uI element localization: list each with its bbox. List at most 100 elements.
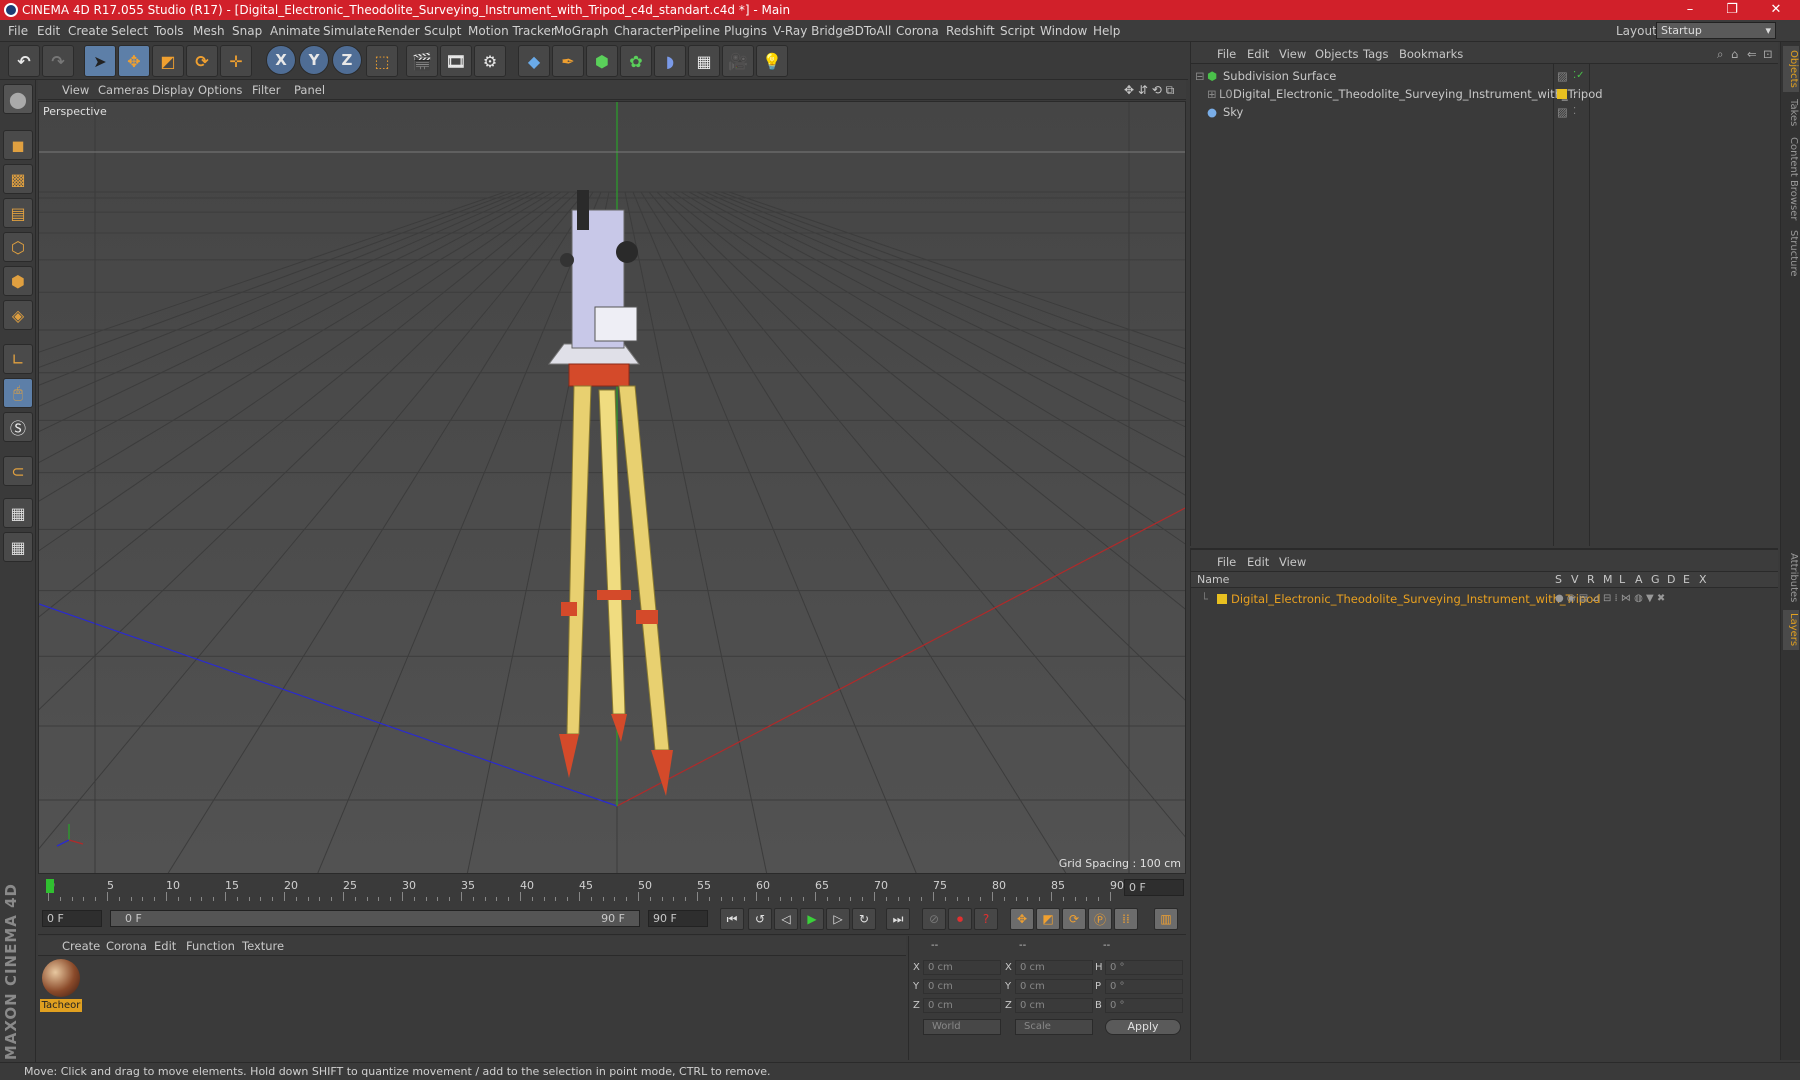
home-icon[interactable]: ⌂ bbox=[1731, 47, 1738, 61]
rotation-p-field[interactable]: 0 ° bbox=[1105, 979, 1183, 994]
add-floor-button[interactable]: ▦ bbox=[688, 45, 720, 77]
layer-col-m[interactable]: M bbox=[1603, 572, 1613, 588]
visibility-dots-icon[interactable]: ⁚ bbox=[1573, 103, 1576, 121]
go-to-end-button[interactable]: ⏭ bbox=[886, 908, 910, 930]
layer-toggle-icon[interactable]: ▨ bbox=[1557, 103, 1568, 121]
back-icon[interactable]: ⇐ bbox=[1747, 47, 1757, 61]
magnet-button[interactable]: ⊂ bbox=[3, 456, 33, 486]
polygons-mode-button[interactable]: ◈ bbox=[3, 300, 33, 330]
keyframe-selection-button[interactable]: ? bbox=[974, 908, 998, 930]
material-menu-create[interactable]: Create bbox=[62, 939, 100, 953]
locked-workplane-button[interactable]: ▦ bbox=[3, 498, 33, 528]
go-to-next-key-button[interactable]: ↻ bbox=[852, 908, 876, 930]
position-z-field[interactable]: 0 cm bbox=[923, 998, 1001, 1013]
layer-col-g[interactable]: G bbox=[1651, 572, 1660, 588]
playhead-marker[interactable] bbox=[46, 879, 54, 893]
layer-color-swatch[interactable] bbox=[1557, 89, 1567, 99]
menu-snap[interactable]: Snap bbox=[232, 24, 262, 38]
object-row-subdivision-surface[interactable]: ⊟ ⬢ Subdivision Surface ▨ ⁚✓ bbox=[1191, 67, 1779, 85]
add-subdivision-button[interactable]: ⬢ bbox=[586, 45, 618, 77]
render-view-button[interactable]: 🎬 bbox=[406, 45, 438, 77]
position-y-field[interactable]: 0 cm bbox=[923, 979, 1001, 994]
layer-col-r[interactable]: R bbox=[1587, 572, 1595, 588]
add-deformer-button[interactable]: ◗ bbox=[654, 45, 686, 77]
layer-col-a[interactable]: A bbox=[1635, 572, 1643, 588]
go-to-start-button[interactable]: ⏮ bbox=[720, 908, 744, 930]
collapse-icon[interactable]: ⊟ bbox=[1195, 67, 1205, 85]
tab-attributes[interactable]: Attributes bbox=[1783, 550, 1799, 606]
layer-toggle-icon[interactable]: ▨ bbox=[1557, 67, 1568, 85]
layer-col-l[interactable]: L bbox=[1619, 572, 1625, 588]
menu-corona[interactable]: Corona bbox=[896, 24, 939, 38]
points-mode-button[interactable]: ⬡ bbox=[3, 232, 33, 262]
object-row-theodolite[interactable]: ⊞ L0 Digital_Electronic_Theodolite_Surve… bbox=[1191, 85, 1779, 103]
rotate-tool-button[interactable]: ⟳ bbox=[186, 45, 218, 77]
rotation-h-field[interactable]: 0 ° bbox=[1105, 960, 1183, 975]
menu-pipeline[interactable]: Pipeline bbox=[673, 24, 720, 38]
move-tool-button[interactable]: ✥ bbox=[118, 45, 150, 77]
menu-3dtoall[interactable]: 3DToAll bbox=[847, 24, 891, 38]
autokey-button[interactable]: ⏺ bbox=[948, 908, 972, 930]
tab-content-browser[interactable]: Content Browser bbox=[1783, 134, 1799, 224]
recent-tool-button[interactable]: ✛ bbox=[220, 45, 252, 77]
key-pla-button[interactable]: ⁞⁞ bbox=[1114, 908, 1138, 930]
viewport-menu-options[interactable]: Options bbox=[198, 83, 242, 97]
size-z-field[interactable]: 0 cm bbox=[1015, 998, 1093, 1013]
size-x-field[interactable]: 0 cm bbox=[1015, 960, 1093, 975]
frame-range-slider[interactable]: 0 F 90 F bbox=[110, 910, 640, 927]
menu-animate[interactable]: Animate bbox=[270, 24, 320, 38]
layer-menu-file[interactable]: File bbox=[1217, 555, 1236, 569]
go-to-next-frame-button[interactable]: ▷ bbox=[826, 908, 850, 930]
visibility-dots-icon[interactable]: ⁚ bbox=[1573, 85, 1576, 103]
edges-mode-button[interactable]: ⬢ bbox=[3, 266, 33, 296]
model-mode-button[interactable]: ◼ bbox=[3, 130, 33, 160]
end-frame-field[interactable]: 90 F bbox=[648, 910, 708, 927]
menu-motion-tracker[interactable]: Motion Tracker bbox=[468, 24, 556, 38]
menu-select[interactable]: Select bbox=[111, 24, 148, 38]
expand-plus-icon[interactable]: ⊞ bbox=[1207, 85, 1217, 103]
object-menu-tags[interactable]: Tags bbox=[1363, 47, 1388, 61]
menu-script[interactable]: Script bbox=[1000, 24, 1035, 38]
tab-takes[interactable]: Takes bbox=[1783, 96, 1799, 130]
menu-mesh[interactable]: Mesh bbox=[193, 24, 225, 38]
menu-window[interactable]: Window bbox=[1040, 24, 1087, 38]
layer-col-e[interactable]: E bbox=[1683, 572, 1690, 588]
menu-render[interactable]: Render bbox=[377, 24, 420, 38]
redo-button[interactable]: ↷ bbox=[42, 45, 74, 77]
viewport-menu-panel[interactable]: Panel bbox=[294, 83, 325, 97]
object-menu-edit[interactable]: Edit bbox=[1247, 47, 1269, 61]
undo-button[interactable]: ↶ bbox=[8, 45, 40, 77]
current-frame-field[interactable]: 0 F bbox=[1124, 879, 1184, 896]
y-axis-lock-button[interactable]: Y bbox=[299, 45, 329, 75]
scale-tool-button[interactable]: ◩ bbox=[152, 45, 184, 77]
expand-icon[interactable]: ⊡ bbox=[1763, 47, 1773, 61]
record-keys-button[interactable]: ⊘ bbox=[922, 908, 946, 930]
menu-vray-bridge[interactable]: V-Ray Bridge bbox=[773, 24, 850, 38]
perspective-viewport[interactable]: Perspective Grid Spacing : 100 cm bbox=[38, 101, 1186, 874]
enabled-check-icon[interactable]: ⁚✓ bbox=[1573, 67, 1585, 85]
planar-workplane-button[interactable]: ▦ bbox=[3, 532, 33, 562]
search-icon[interactable]: ⌕ bbox=[1717, 47, 1723, 62]
layer-name[interactable]: Digital_Electronic_Theodolite_Surveying_… bbox=[1231, 590, 1601, 608]
tab-objects[interactable]: Objects bbox=[1783, 46, 1799, 92]
start-frame-field[interactable]: 0 F bbox=[42, 910, 102, 927]
go-to-previous-frame-button[interactable]: ◁ bbox=[774, 908, 798, 930]
add-light-button[interactable]: 💡 bbox=[756, 45, 788, 77]
tweak-mode-button[interactable]: 🖱 bbox=[3, 378, 33, 408]
layer-col-s[interactable]: S bbox=[1555, 572, 1562, 588]
play-forward-button[interactable]: ▶ bbox=[800, 908, 824, 930]
add-cube-button[interactable]: ◆ bbox=[518, 45, 550, 77]
menu-file[interactable]: File bbox=[8, 24, 28, 38]
menu-plugins[interactable]: Plugins bbox=[724, 24, 767, 38]
tab-layers[interactable]: Layers bbox=[1783, 610, 1799, 650]
maximize-button[interactable]: ❐ bbox=[1712, 0, 1752, 20]
viewport-menu-display[interactable]: Display bbox=[152, 83, 194, 97]
x-axis-lock-button[interactable]: X bbox=[266, 45, 296, 75]
z-axis-lock-button[interactable]: Z bbox=[332, 45, 362, 75]
viewport-menu-view[interactable]: View bbox=[62, 83, 89, 97]
layer-menu-view[interactable]: View bbox=[1279, 555, 1306, 569]
size-y-field[interactable]: 0 cm bbox=[1015, 979, 1093, 994]
layer-row[interactable]: └ Digital_Electronic_Theodolite_Surveyin… bbox=[1191, 590, 1779, 608]
make-editable-button[interactable]: ⬤ bbox=[3, 84, 33, 114]
add-mograph-button[interactable]: ✿ bbox=[620, 45, 652, 77]
